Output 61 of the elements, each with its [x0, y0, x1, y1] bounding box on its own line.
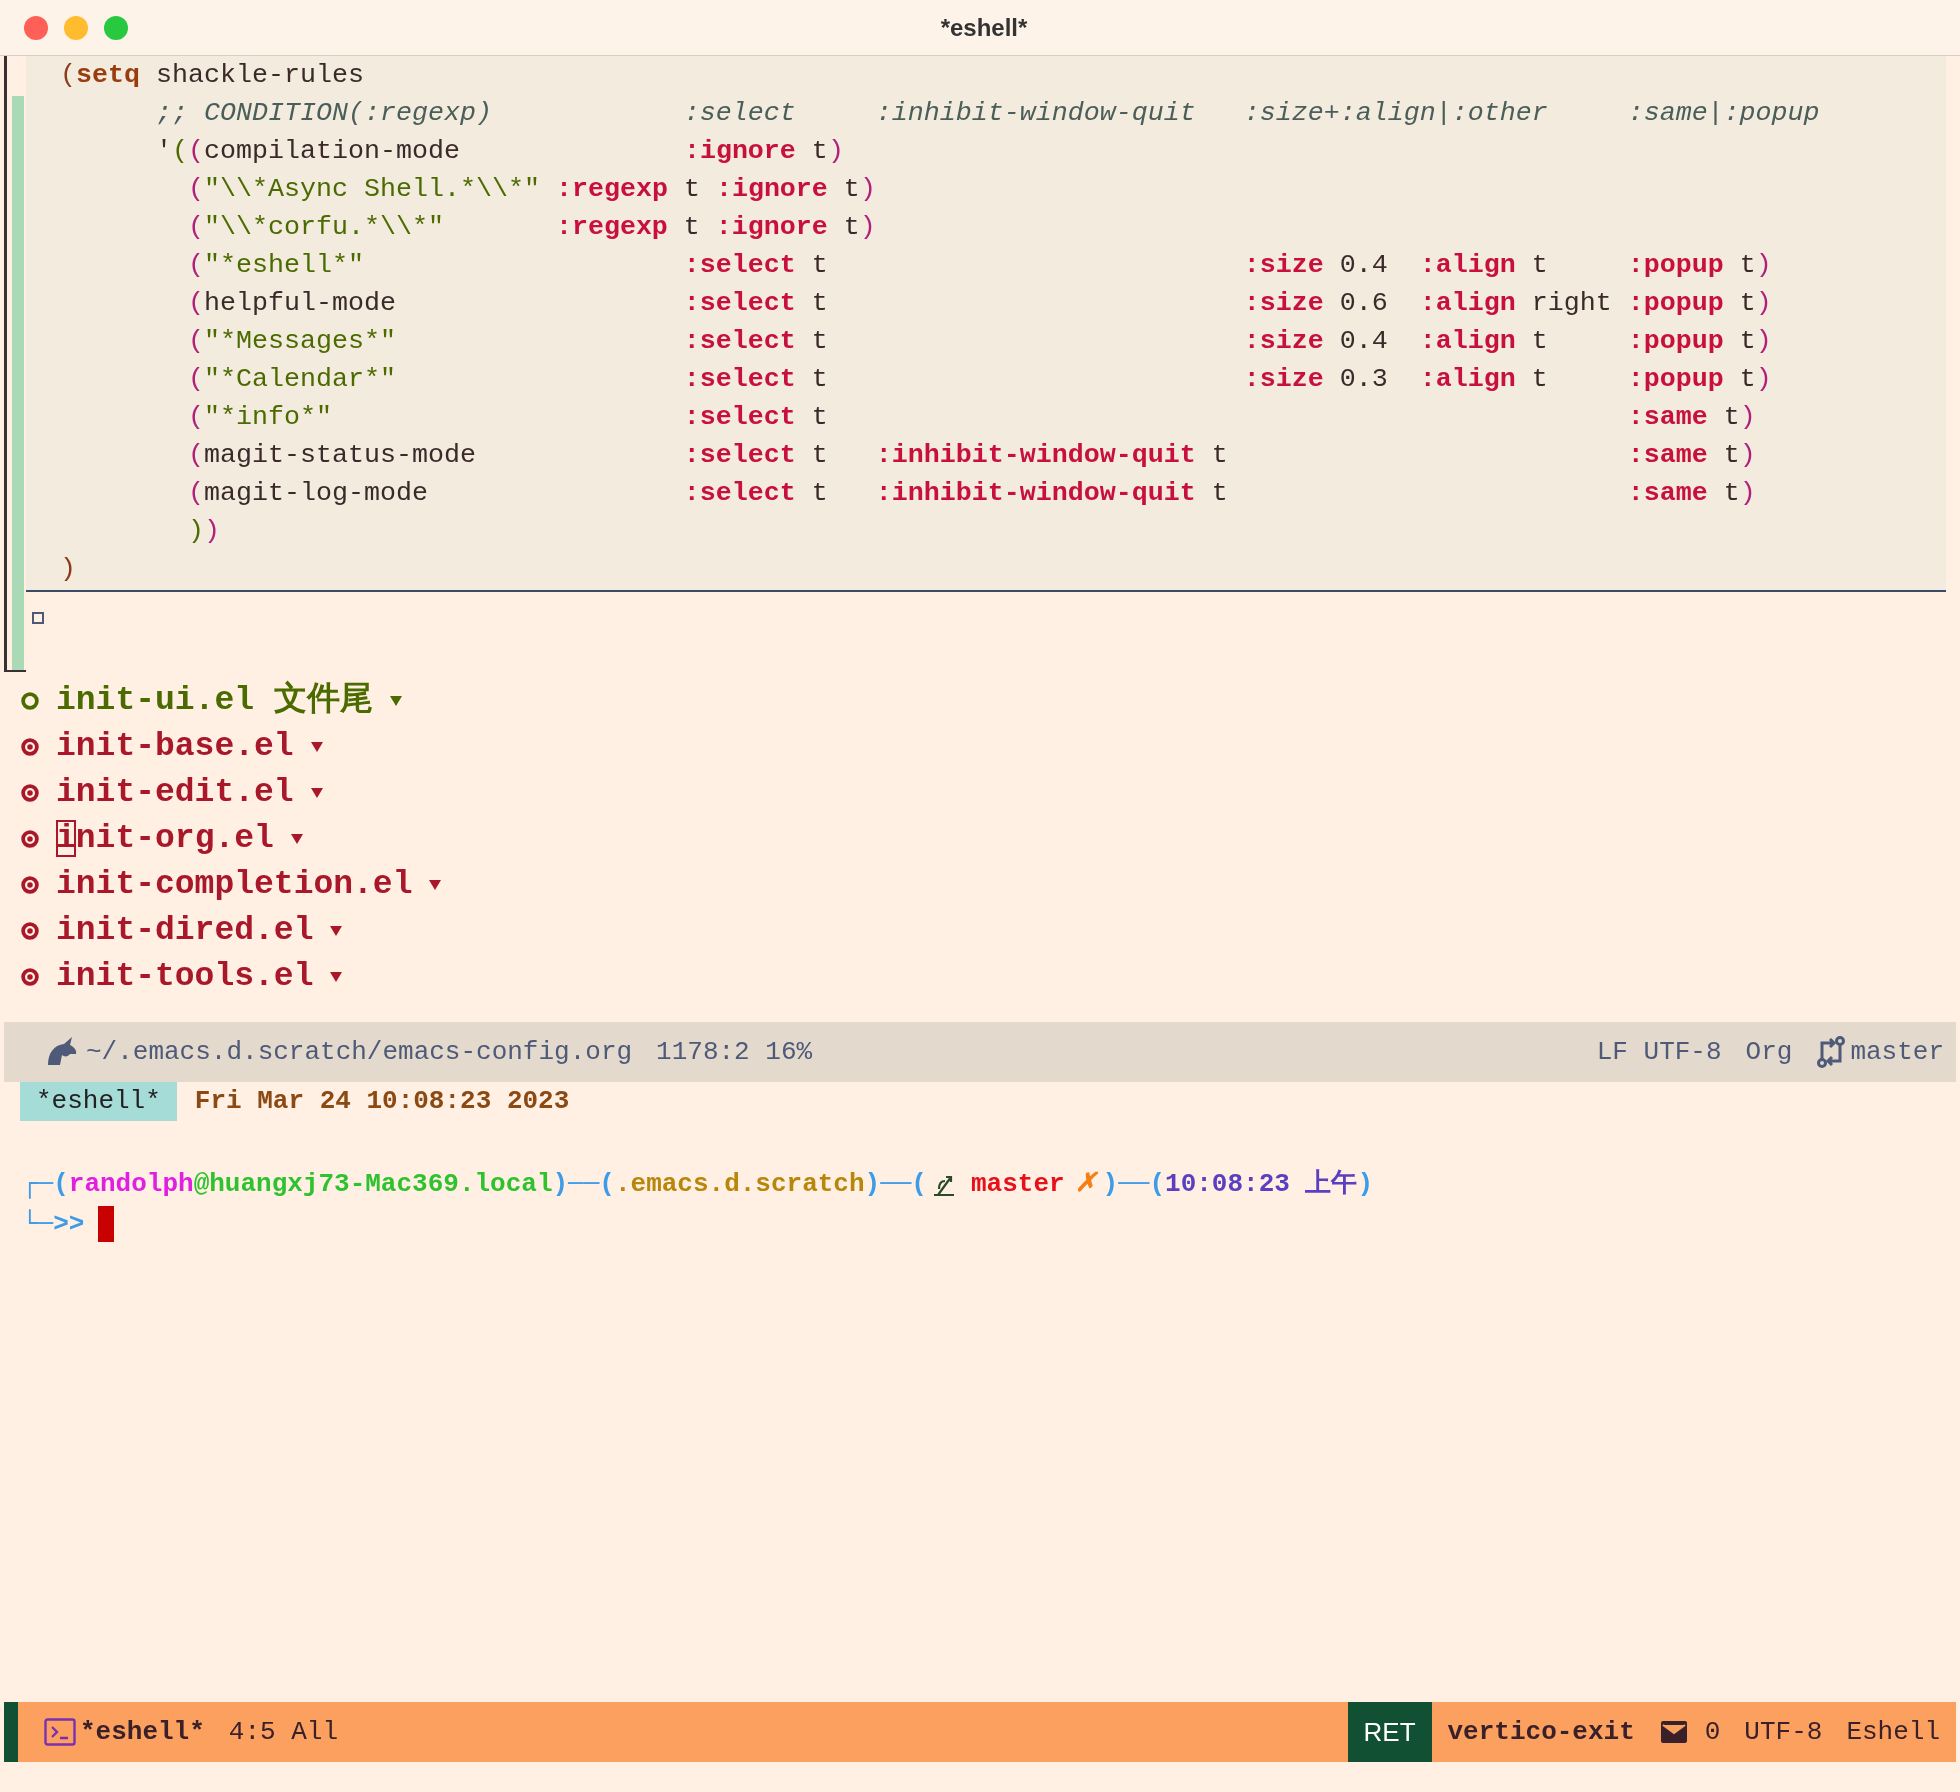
key-badge: RET	[1347, 1702, 1432, 1762]
encoding: UTF-8	[1744, 1715, 1823, 1749]
code-line: ("\\*corfu.*\\*" :regexp t :ignore t)	[186, 211, 877, 244]
code-line: ;; CONDITION(:regexp) :select :inhibit-window-quit :size+:align|:other :same|:popup	[154, 97, 1821, 130]
prompt-text: master ✗ )──(10:08:23 上午)	[970, 1168, 1374, 1201]
caret-icon	[309, 787, 324, 799]
git-branch-icon	[1816, 1035, 1847, 1069]
bullet-icon	[20, 921, 40, 941]
code-line: ))	[186, 515, 221, 548]
mail-count: 0	[1704, 1715, 1721, 1749]
terminal-icon	[44, 1718, 76, 1746]
heading-title[interactable]: init-tools.el	[56, 955, 314, 999]
minimize-button[interactable]	[64, 15, 88, 40]
prompt-arrow: └─>>	[22, 1208, 85, 1241]
branch-name: master	[1850, 1035, 1944, 1069]
buffer-name: *eshell*	[80, 1715, 205, 1749]
code-line: ("*Messages*" :select t :size 0.4 :align t :popup t)	[186, 325, 1773, 358]
caret-icon	[329, 925, 344, 937]
zoom-button[interactable]	[104, 15, 128, 40]
command-name: vertico-exit	[1447, 1715, 1635, 1749]
heading-title[interactable]: init-dired.el	[56, 909, 314, 953]
window-title: *eshell*	[940, 12, 1028, 43]
heading-title[interactable]: init-completion.el	[56, 863, 413, 907]
major-mode: Org	[1745, 1035, 1793, 1069]
prompt-text: ┌─(randolph@huangxj73-Mac369.local)──(.emacs.d.scratch)──(	[22, 1168, 927, 1201]
encoding: LF UTF-8	[1596, 1035, 1722, 1069]
bullet-icon	[20, 967, 40, 987]
text-cursor	[98, 1206, 115, 1242]
code-line: '((compilation-mode :ignore t)	[154, 135, 845, 168]
caret-icon	[289, 833, 304, 845]
file-path: ~/.emacs.d.scratch/emacs-config.org	[86, 1035, 633, 1069]
buffer-tag: *eshell*	[20, 1081, 177, 1121]
code-line: (magit-status-mode :select t :inhibit-window-quit t :same t)	[186, 439, 1757, 472]
cursor-position: 1178:2 16%	[656, 1035, 813, 1069]
bullet-icon	[20, 875, 40, 895]
code-line: ("\\*Async Shell.*\\*" :regexp t :ignore t)	[186, 173, 877, 206]
heading-title[interactable]: init-org.el	[56, 817, 274, 861]
code-line: ("*Calendar*" :select t :size 0.3 :align t :popup t)	[186, 363, 1773, 396]
heading-title[interactable]: init-ui.el 文件尾	[56, 679, 373, 723]
caret-icon	[428, 879, 443, 891]
code-line: ("*eshell*" :select t :size 0.4 :align t :popup t)	[186, 249, 1773, 282]
date-time: Fri Mar 24 10:08:23 2023	[194, 1084, 570, 1118]
bullet-icon	[20, 783, 40, 803]
close-button[interactable]	[24, 15, 48, 40]
mail-icon	[1658, 1720, 1689, 1744]
code-line: (magit-log-mode :select t :inhibit-window-quit t :same t)	[186, 477, 1757, 510]
heading-title[interactable]: init-edit.el	[56, 771, 294, 815]
caret-icon	[309, 741, 324, 753]
caret-icon	[329, 971, 344, 983]
cursor-position: 4:5 All	[228, 1715, 339, 1749]
heading-title[interactable]: init-base.el	[56, 725, 294, 769]
major-mode: Eshell	[1846, 1715, 1940, 1749]
code-line: ("*info*" :select t :same t)	[186, 401, 1757, 434]
bullet-icon	[20, 737, 40, 757]
caret-icon	[388, 695, 403, 707]
code-line: (setq shackle-rules	[60, 59, 365, 92]
bullet-icon	[20, 829, 40, 849]
bullet-icon	[20, 691, 40, 711]
code-line: (helpful-mode :select t :size 0.6 :align right :popup t)	[186, 287, 1773, 320]
code-line: )	[60, 553, 77, 586]
square-icon	[32, 612, 44, 624]
